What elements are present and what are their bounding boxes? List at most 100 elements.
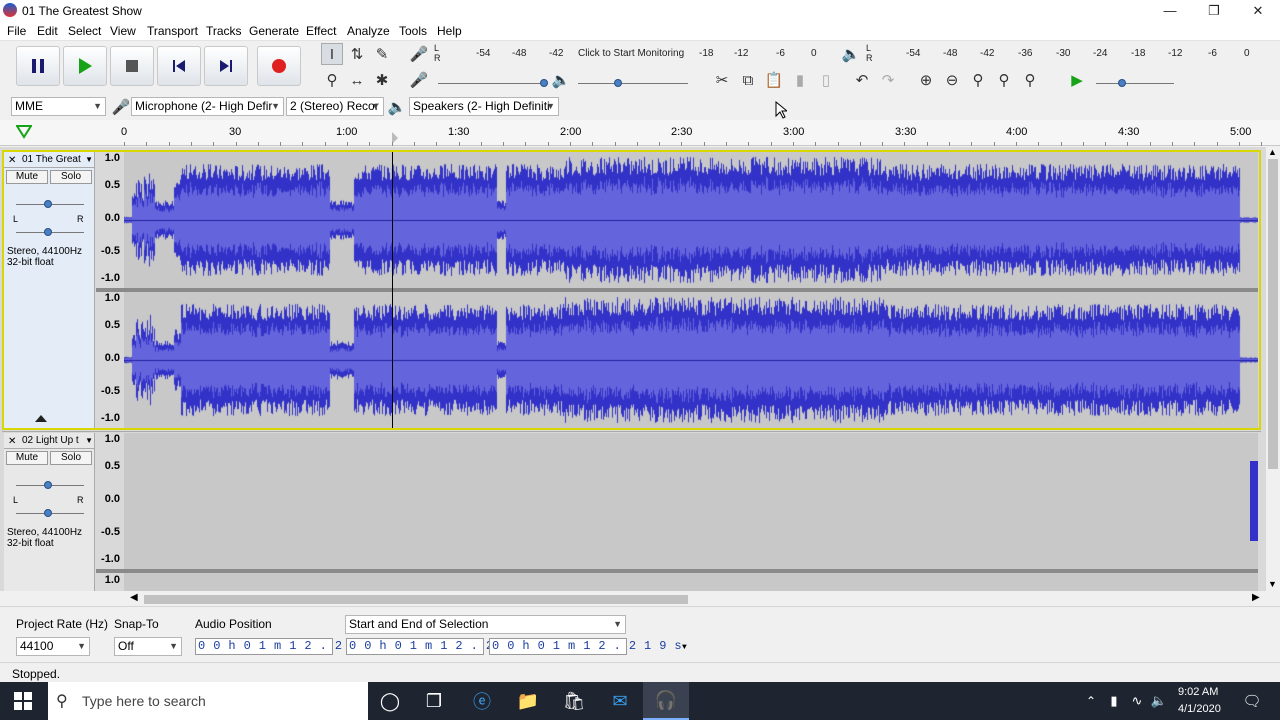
menu-select[interactable]: Select [68, 24, 101, 38]
track-2-name-menu[interactable]: ✕ 02 Light Up t ▼ [4, 433, 95, 449]
windows-start-icon[interactable] [0, 682, 46, 720]
envelope-tool-icon[interactable]: ⇅ [346, 43, 368, 65]
project-rate-select[interactable]: 44100 ▼ [16, 637, 90, 656]
restore-icon[interactable]: ❐ [1192, 0, 1236, 21]
trim-icon[interactable]: ▮ [789, 69, 811, 91]
network-icon[interactable]: ∿ [1126, 682, 1148, 720]
track-close-icon[interactable]: ✕ [8, 434, 16, 448]
task-view-icon[interactable]: ❐ [411, 682, 457, 720]
silence-icon[interactable]: ▯ [815, 69, 837, 91]
paste-icon[interactable]: 📋 [763, 69, 785, 91]
recording-volume-knob[interactable] [540, 79, 548, 87]
timeshift-tool-icon[interactable]: ↔ [346, 69, 368, 91]
menu-effect[interactable]: Effect [306, 24, 336, 38]
clock-time[interactable]: 9:02 AM [1178, 686, 1218, 698]
zoom-toggle-icon[interactable]: ⚲ [1019, 69, 1041, 91]
recording-channels-select[interactable]: 2 (Stereo) Recor ▼ [286, 97, 384, 116]
track-2-waveform-left[interactable] [124, 433, 1258, 569]
menu-view[interactable]: View [110, 24, 136, 38]
notifications-icon[interactable]: 🗨 [1232, 682, 1272, 720]
scroll-left-icon[interactable]: ◀ [130, 592, 138, 603]
track-2-control-panel[interactable]: ✕ 02 Light Up t ▼ Mute Solo L R Stereo, … [4, 433, 95, 591]
selection-end-time[interactable]: 0 0 h 0 1 m 1 2 . 2 1 9 s▼ [489, 638, 687, 655]
timeline-options-icon[interactable] [16, 125, 32, 139]
battery-icon[interactable]: ▮ [1103, 682, 1125, 720]
mail-icon[interactable]: ✉ [597, 682, 643, 720]
menu-file[interactable]: File [7, 24, 26, 38]
cortana-icon[interactable]: ◯ [367, 682, 413, 720]
record-button[interactable] [257, 46, 301, 86]
horizontal-scroll-thumb[interactable] [144, 595, 688, 604]
playback-device-select[interactable]: Speakers (2- High Definiti ▼ [409, 97, 559, 116]
record-meter-mic-icon[interactable]: 🎤 [408, 43, 430, 65]
recording-device-select[interactable]: Microphone (2- High Defir ▼ [131, 97, 284, 116]
play-speed-slider[interactable] [1096, 83, 1174, 84]
menu-analyze[interactable]: Analyze [347, 24, 390, 38]
minimize-icon[interactable]: — [1148, 0, 1192, 21]
fit-selection-icon[interactable]: ⚲ [967, 69, 989, 91]
skip-to-start-button[interactable] [157, 46, 201, 86]
track-1-waveform-left[interactable] [124, 152, 1258, 288]
draw-tool-icon[interactable]: ✎ [371, 43, 393, 65]
collapse-track-icon[interactable] [34, 413, 48, 423]
cut-icon[interactable]: ✂ [711, 69, 733, 91]
snap-to-select[interactable]: Off ▼ [114, 637, 182, 656]
audio-position-time[interactable]: 0 0 h 0 1 m 1 2 . 2 1 9 s▼ [195, 638, 393, 655]
track-1-pan-knob[interactable] [44, 228, 52, 236]
menu-transport[interactable]: Transport [147, 24, 198, 38]
play-speed-knob[interactable] [1118, 79, 1126, 87]
selection-mode-select[interactable]: Start and End of Selection ▼ [345, 615, 626, 634]
clock-date[interactable]: 4/1/2020 [1178, 703, 1221, 715]
audacity-taskbar-icon[interactable]: 🎧 [643, 682, 689, 720]
track-1-waveform-right[interactable] [124, 292, 1258, 428]
audio-host-select[interactable]: MME ▼ [11, 97, 106, 116]
stop-button[interactable] [110, 46, 154, 86]
scroll-up-icon[interactable]: ▲ [1268, 147, 1277, 157]
recording-volume-slider[interactable] [438, 83, 548, 84]
track-1-name-menu[interactable]: ✕ 01 The Great ▼ [4, 152, 95, 168]
zoom-tool-icon[interactable]: ⚲ [321, 69, 343, 91]
record-meter[interactable]: -54 -48 -42 Click to Start Monitoring -1… [444, 48, 824, 60]
volume-icon[interactable]: 🔈 [1148, 682, 1170, 720]
menu-generate[interactable]: Generate [249, 24, 299, 38]
track-close-icon[interactable]: ✕ [8, 153, 16, 167]
scroll-down-icon[interactable]: ▼ [1268, 579, 1277, 589]
menu-tools[interactable]: Tools [399, 24, 427, 38]
track-1-control-panel[interactable]: ✕ 01 The Great ▼ Mute Solo L R Stereo, 4… [4, 152, 95, 428]
selection-start-time[interactable]: 0 0 h 0 1 m 1 2 . 2 1 9 s▼ [346, 638, 544, 655]
menu-tracks[interactable]: Tracks [206, 24, 242, 38]
track-2-gain-knob[interactable] [44, 481, 52, 489]
track-2-solo-button[interactable]: Solo [50, 451, 92, 465]
edge-browser-icon[interactable]: ⓔ [459, 682, 505, 720]
zoom-out-icon[interactable]: ⊖ [941, 69, 963, 91]
track-1-mute-button[interactable]: Mute [6, 170, 48, 184]
multi-tool-icon[interactable]: ✱ [371, 69, 393, 91]
start-monitoring-label[interactable]: Click to Start Monitoring [578, 48, 684, 59]
play-button[interactable] [63, 46, 107, 86]
close-icon[interactable]: ✕ [1236, 0, 1280, 21]
copy-icon[interactable]: ⧉ [737, 69, 759, 91]
fit-project-icon[interactable]: ⚲ [993, 69, 1015, 91]
vertical-scroll-thumb[interactable] [1268, 159, 1278, 469]
track-2-mute-button[interactable]: Mute [6, 451, 48, 465]
selection-tool-icon[interactable]: I [321, 43, 343, 65]
horizontal-scrollbar[interactable]: ◀ ▶ [130, 592, 1260, 606]
scroll-right-icon[interactable]: ▶ [1252, 592, 1260, 603]
menu-help[interactable]: Help [437, 24, 462, 38]
undo-icon[interactable]: ↶ [851, 69, 873, 91]
taskbar-search[interactable]: ⚲ Type here to search [48, 682, 368, 720]
playback-volume-knob[interactable] [614, 79, 622, 87]
skip-to-end-button[interactable] [204, 46, 248, 86]
track-2-pan-knob[interactable] [44, 509, 52, 517]
menu-edit[interactable]: Edit [37, 24, 58, 38]
redo-icon[interactable]: ↷ [877, 69, 899, 91]
playback-volume-slider[interactable] [578, 83, 688, 84]
playback-meter-speaker-icon[interactable]: 🔈 [840, 43, 862, 65]
zoom-in-icon[interactable]: ⊕ [915, 69, 937, 91]
pause-button[interactable] [16, 46, 60, 86]
track-1-gain-knob[interactable] [44, 200, 52, 208]
timeline-ruler[interactable]: 0 30 1:00 1:30 2:00 2:30 3:00 3:30 4:00 … [0, 120, 1280, 146]
playback-meter[interactable]: -54 -48 -42 -36 -30 -24 -18 -12 -6 0 [876, 48, 1266, 60]
vertical-scrollbar[interactable]: ▲ ▼ [1266, 147, 1280, 591]
file-explorer-icon[interactable]: 📁 [505, 682, 551, 720]
